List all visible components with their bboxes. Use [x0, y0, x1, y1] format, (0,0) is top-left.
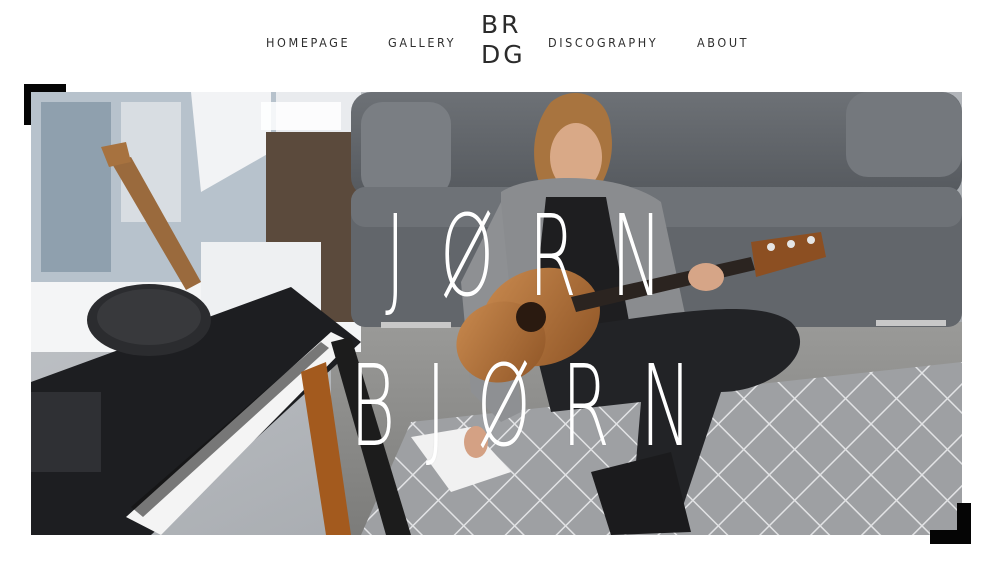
page: HOMEPAGE GALLERY BR DG DISCOGRAPHY ABOUT	[0, 0, 1000, 572]
logo-line-2: DG	[481, 40, 526, 69]
nav-gallery[interactable]: GALLERY	[388, 35, 456, 51]
hero-image: JØRN BJØRN	[31, 92, 962, 535]
nav-homepage[interactable]: HOMEPAGE	[266, 35, 350, 51]
hero-title-line-1: JØRN	[385, 192, 697, 322]
logo-line-1: BR	[481, 10, 522, 39]
corner-bracket-bottom-right-v	[957, 503, 971, 544]
site-logo[interactable]: BR DG	[481, 10, 526, 70]
nav-about[interactable]: ABOUT	[697, 35, 749, 51]
hero-title-line-2: BJØRN	[349, 342, 723, 472]
nav-discography[interactable]: DISCOGRAPHY	[548, 35, 658, 51]
